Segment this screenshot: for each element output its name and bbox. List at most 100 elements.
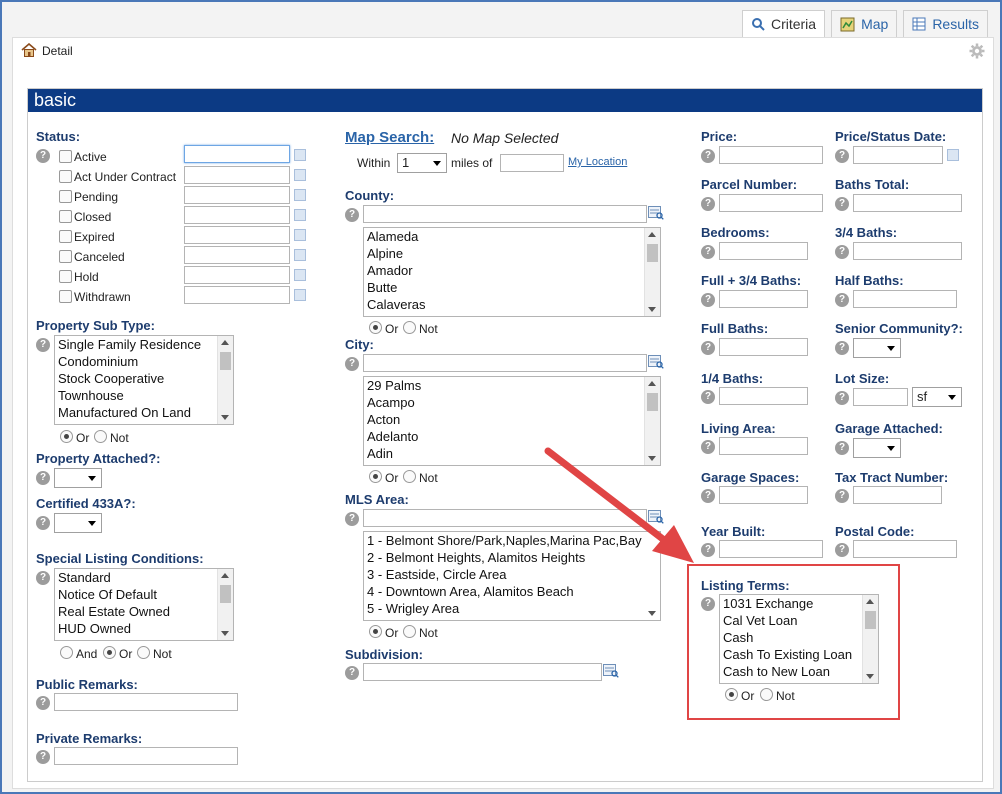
calendar-icon[interactable] (294, 189, 306, 201)
postal-code-input[interactable] (853, 540, 957, 558)
county-not-radio[interactable] (403, 321, 416, 334)
home-icon[interactable] (21, 42, 37, 60)
half-baths-input[interactable] (853, 290, 957, 308)
county-or-radio[interactable] (369, 321, 382, 334)
status-hold-date-input[interactable] (184, 266, 290, 284)
gear-icon[interactable] (969, 43, 985, 62)
calendar-icon[interactable] (294, 269, 306, 281)
mls-area-or-radio[interactable] (369, 625, 382, 638)
within-miles-select[interactable]: 1 (397, 153, 447, 173)
list-item[interactable]: Alameda (364, 228, 660, 245)
price-input[interactable] (719, 146, 823, 164)
list-item[interactable]: Cash (720, 629, 878, 646)
list-item[interactable]: Cal Vet Loan (720, 612, 878, 629)
postal-code-help-icon[interactable]: ? (835, 543, 849, 557)
certified-433a-help-icon[interactable]: ? (36, 516, 50, 530)
subdivision-help-icon[interactable]: ? (345, 666, 359, 680)
listing-terms-not-radio[interactable] (760, 688, 773, 701)
garage-attached-select[interactable] (853, 438, 901, 458)
scrollbar[interactable] (217, 569, 233, 640)
list-item[interactable]: Calaveras (364, 296, 660, 313)
price-status-date-help-icon[interactable]: ? (835, 149, 849, 163)
calendar-icon[interactable] (294, 169, 306, 181)
lookup-list-icon[interactable] (603, 664, 619, 678)
quarter-baths-input[interactable] (719, 387, 808, 405)
calendar-icon[interactable] (947, 149, 959, 161)
tax-tract-number-input[interactable] (853, 486, 942, 504)
county-search-input[interactable] (363, 205, 647, 223)
full-baths-input[interactable] (719, 338, 808, 356)
senior-community-help-icon[interactable]: ? (835, 341, 849, 355)
list-item[interactable]: Townhouse (55, 387, 233, 404)
calendar-icon[interactable] (294, 229, 306, 241)
map-search-link[interactable]: Map Search: (345, 129, 434, 146)
county-list[interactable]: Alameda Alpine Amador Butte Calaveras (363, 227, 661, 317)
county-help-icon[interactable]: ? (345, 208, 359, 222)
status-withdrawn-checkbox[interactable] (59, 290, 72, 303)
lookup-list-icon[interactable] (648, 355, 664, 369)
full-baths-help-icon[interactable]: ? (701, 341, 715, 355)
status-pending-date-input[interactable] (184, 186, 290, 204)
half-baths-help-icon[interactable]: ? (835, 293, 849, 307)
subdivision-input[interactable] (363, 663, 602, 681)
list-item[interactable]: Condominium (55, 353, 233, 370)
baths-total-help-icon[interactable]: ? (835, 197, 849, 211)
private-remarks-help-icon[interactable]: ? (36, 750, 50, 764)
mls-area-not-radio[interactable] (403, 625, 416, 638)
certified-433a-select[interactable] (54, 513, 102, 533)
list-item[interactable]: 1031 Exchange (720, 595, 878, 612)
my-location-link[interactable]: My Location (568, 156, 627, 168)
scrollbar[interactable] (862, 595, 878, 683)
special-listing-or-radio[interactable] (103, 646, 116, 659)
three-quarter-baths-input[interactable] (853, 242, 962, 260)
full-three-quarter-baths-input[interactable] (719, 290, 808, 308)
property-sub-type-help-icon[interactable]: ? (36, 338, 50, 352)
status-canceled-checkbox[interactable] (59, 250, 72, 263)
list-item[interactable]: 29 Palms (364, 377, 660, 394)
list-item[interactable]: Cash to New Loan (720, 663, 878, 680)
city-or-radio[interactable] (369, 470, 382, 483)
tax-tract-number-help-icon[interactable]: ? (835, 489, 849, 503)
property-sub-type-not-radio[interactable] (94, 430, 107, 443)
property-attached-select[interactable] (54, 468, 102, 488)
calendar-icon[interactable] (294, 209, 306, 221)
special-listing-help-icon[interactable]: ? (36, 571, 50, 585)
status-closed-checkbox[interactable] (59, 210, 72, 223)
tab-map[interactable]: Map (831, 10, 898, 37)
calendar-icon[interactable] (294, 289, 306, 301)
property-sub-type-or-radio[interactable] (60, 430, 73, 443)
list-item[interactable]: HUD Owned (55, 620, 233, 637)
calendar-icon[interactable] (294, 149, 306, 161)
list-item[interactable]: 4 - Downtown Area, Alamitos Beach (364, 583, 660, 600)
status-withdrawn-date-input[interactable] (184, 286, 290, 304)
three-quarter-baths-help-icon[interactable]: ? (835, 245, 849, 259)
status-expired-checkbox[interactable] (59, 230, 72, 243)
price-help-icon[interactable]: ? (701, 149, 715, 163)
full-three-quarter-baths-help-icon[interactable]: ? (701, 293, 715, 307)
status-active-date-input[interactable] (184, 145, 290, 163)
status-canceled-date-input[interactable] (184, 246, 290, 264)
parcel-number-help-icon[interactable]: ? (701, 197, 715, 211)
bedrooms-help-icon[interactable]: ? (701, 245, 715, 259)
listing-terms-list[interactable]: 1031 Exchange Cal Vet Loan Cash Cash To … (719, 594, 879, 684)
public-remarks-input[interactable] (54, 693, 238, 711)
list-item[interactable]: Standard (55, 569, 233, 586)
list-item[interactable]: Acampo (364, 394, 660, 411)
list-item[interactable]: Real Estate Owned (55, 603, 233, 620)
quarter-baths-help-icon[interactable]: ? (701, 390, 715, 404)
garage-spaces-input[interactable] (719, 486, 808, 504)
property-attached-help-icon[interactable]: ? (36, 471, 50, 485)
scrollbar[interactable] (644, 228, 660, 316)
status-hold-checkbox[interactable] (59, 270, 72, 283)
special-listing-not-radio[interactable] (137, 646, 150, 659)
status-active-checkbox[interactable] (59, 150, 72, 163)
list-item[interactable]: Stock Cooperative (55, 370, 233, 387)
special-listing-and-radio[interactable] (60, 646, 73, 659)
lot-size-help-icon[interactable]: ? (835, 391, 849, 405)
living-area-input[interactable] (719, 437, 808, 455)
status-expired-date-input[interactable] (184, 226, 290, 244)
city-search-input[interactable] (363, 354, 647, 372)
year-built-input[interactable] (719, 540, 823, 558)
status-act-under-contract-date-input[interactable] (184, 166, 290, 184)
property-sub-type-list[interactable]: Single Family Residence Condominium Stoc… (54, 335, 234, 425)
